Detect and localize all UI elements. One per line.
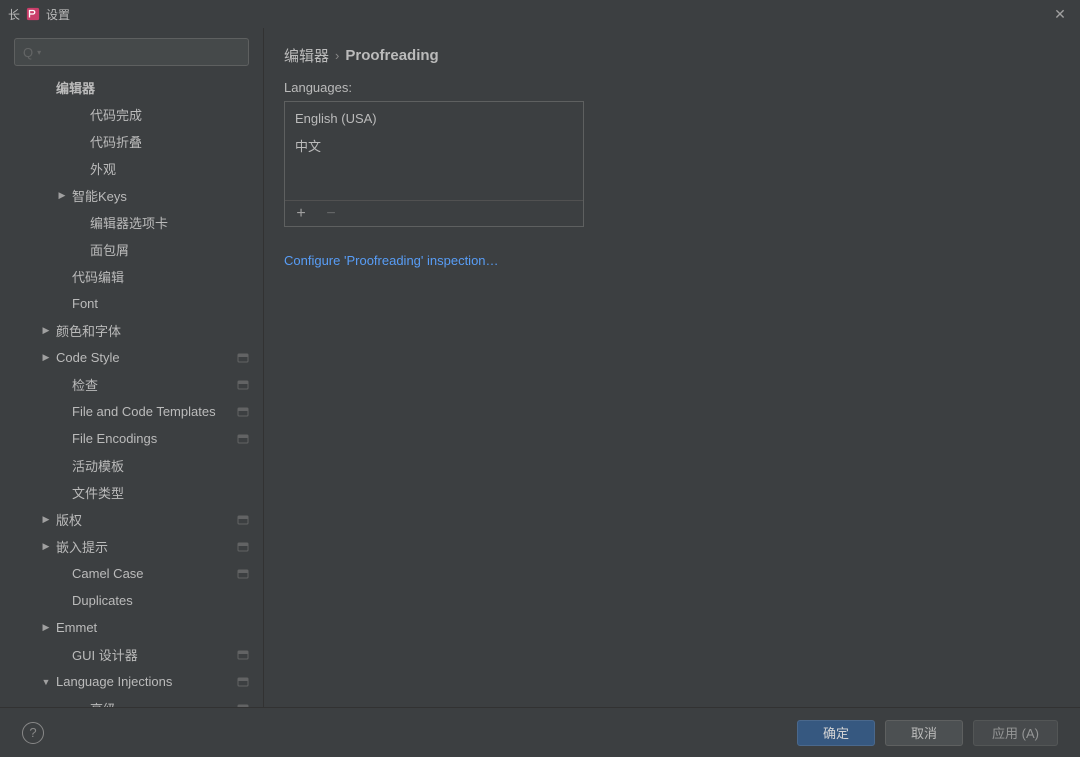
tree-label: Language Injections	[56, 674, 233, 689]
sidebar: Q ▾ ▶ 编辑器 ▶ 代码完成 ▶ 代码折叠 ▶ 外观 ▶ 智能Keys	[0, 28, 263, 707]
tree-label: File Encodings	[72, 431, 233, 446]
tree-item-code-style[interactable]: ▶ Code Style	[0, 344, 263, 371]
caret-right-icon: ▶	[40, 622, 52, 633]
project-scope-icon	[237, 379, 249, 391]
tree-label: 高级	[90, 699, 233, 707]
tree-item-colors-fonts[interactable]: ▶ 颜色和字体	[0, 317, 263, 344]
content-panel: 编辑器 › Proofreading Languages: English (U…	[263, 28, 1080, 707]
chevron-down-icon: ▾	[37, 48, 41, 57]
project-scope-icon	[237, 568, 249, 580]
project-scope-icon	[237, 406, 249, 418]
tree-label: 外观	[90, 159, 249, 178]
project-scope-icon	[237, 352, 249, 364]
tree-item-inlay-hints[interactable]: ▶ 嵌入提示	[0, 533, 263, 560]
titlebar-prefix: 长	[8, 6, 20, 23]
configure-inspection-link[interactable]: Configure 'Proofreading' inspection…	[284, 253, 499, 268]
tree-label: 版权	[56, 510, 233, 529]
cancel-button[interactable]: 取消	[885, 720, 963, 746]
tree-item-editor[interactable]: ▶ 编辑器	[0, 74, 263, 101]
tree-label: Duplicates	[72, 593, 249, 608]
tree-item-copyright[interactable]: ▶ 版权	[0, 506, 263, 533]
project-scope-icon	[237, 703, 249, 708]
tree-label: Font	[72, 296, 249, 311]
tree-item-file-types[interactable]: ▶ 文件类型	[0, 479, 263, 506]
tree-label: 代码编辑	[72, 267, 249, 286]
tree-label: 嵌入提示	[56, 537, 233, 556]
tree-label: Code Style	[56, 350, 233, 365]
tree-item-appearance[interactable]: ▶ 外观	[0, 155, 263, 182]
tree-label: 颜色和字体	[56, 321, 249, 340]
caret-right-icon: ▶	[40, 325, 52, 336]
tree-item-smart-keys[interactable]: ▶ 智能Keys	[0, 182, 263, 209]
tree-item-advanced[interactable]: ▶ 高级	[0, 695, 263, 707]
remove-language-button[interactable]: −	[323, 206, 339, 222]
tree-item-code-editing[interactable]: ▶ 代码编辑	[0, 263, 263, 290]
breadcrumb-current: Proofreading	[345, 47, 438, 64]
tree-item-language-injections[interactable]: ▼ Language Injections	[0, 668, 263, 695]
tree-item-live-templates[interactable]: ▶ 活动模板	[0, 452, 263, 479]
project-scope-icon	[237, 433, 249, 445]
tree-item-duplicates[interactable]: ▶ Duplicates	[0, 587, 263, 614]
tree-label: 代码完成	[90, 105, 249, 124]
tree-item-gui-designer[interactable]: ▶ GUI 设计器	[0, 641, 263, 668]
close-button[interactable]: ✕	[1048, 2, 1072, 26]
breadcrumb-parent[interactable]: 编辑器	[284, 45, 329, 66]
apply-button[interactable]: 应用 (A)	[973, 720, 1058, 746]
project-scope-icon	[237, 514, 249, 526]
settings-tree[interactable]: ▶ 编辑器 ▶ 代码完成 ▶ 代码折叠 ▶ 外观 ▶ 智能Keys ▶ 编辑器选…	[0, 74, 263, 707]
ok-button[interactable]: 确定	[797, 720, 875, 746]
tree-label: 文件类型	[72, 483, 249, 502]
caret-right-icon: ▶	[56, 190, 68, 201]
tree-label: 编辑器选项卡	[90, 213, 249, 232]
app-icon	[26, 7, 40, 21]
footer: ? 确定 取消 应用 (A)	[0, 707, 1080, 757]
titlebar-left: 长 设置	[8, 6, 70, 23]
tree-label: 编辑器	[56, 78, 249, 97]
project-scope-icon	[237, 676, 249, 688]
language-item[interactable]: English (USA)	[285, 106, 583, 131]
languages-box: English (USA) 中文 + −	[284, 101, 584, 227]
help-button[interactable]: ?	[22, 722, 44, 744]
project-scope-icon	[237, 541, 249, 553]
search-input[interactable]: Q ▾	[14, 38, 249, 66]
languages-list[interactable]: English (USA) 中文	[285, 102, 583, 200]
tree-label: 活动模板	[72, 456, 249, 475]
tree-label: Camel Case	[72, 566, 233, 581]
tree-label: 检查	[72, 375, 233, 394]
tree-label: 面包屑	[90, 240, 249, 259]
tree-item-file-encodings[interactable]: ▶ File Encodings	[0, 425, 263, 452]
breadcrumb: 编辑器 › Proofreading	[284, 40, 1060, 70]
tree-item-font[interactable]: ▶ Font	[0, 290, 263, 317]
tree-label: 代码折叠	[90, 132, 249, 151]
add-language-button[interactable]: +	[293, 206, 309, 222]
caret-right-icon: ▶	[40, 541, 52, 552]
search-icon: Q	[23, 45, 33, 60]
tree-item-code-completion[interactable]: ▶ 代码完成	[0, 101, 263, 128]
window-title: 设置	[46, 6, 70, 23]
tree-item-breadcrumbs[interactable]: ▶ 面包屑	[0, 236, 263, 263]
tree-item-emmet[interactable]: ▶ Emmet	[0, 614, 263, 641]
tree-label: GUI 设计器	[72, 645, 233, 664]
caret-right-icon: ▶	[40, 514, 52, 525]
tree-label: 智能Keys	[72, 186, 249, 205]
main-container: Q ▾ ▶ 编辑器 ▶ 代码完成 ▶ 代码折叠 ▶ 外观 ▶ 智能Keys	[0, 28, 1080, 707]
language-item[interactable]: 中文	[285, 131, 583, 160]
breadcrumb-separator: ›	[335, 48, 339, 63]
help-icon: ?	[29, 725, 36, 740]
project-scope-icon	[237, 649, 249, 661]
tree-item-inspections[interactable]: ▶ 检查	[0, 371, 263, 398]
languages-toolbar: + −	[285, 200, 583, 226]
close-icon: ✕	[1054, 6, 1066, 23]
tree-item-file-code-templates[interactable]: ▶ File and Code Templates	[0, 398, 263, 425]
caret-down-icon: ▼	[40, 677, 52, 687]
titlebar: 长 设置 ✕	[0, 0, 1080, 28]
languages-label: Languages:	[284, 80, 1060, 95]
tree-item-camel-case[interactable]: ▶ Camel Case	[0, 560, 263, 587]
tree-item-code-folding[interactable]: ▶ 代码折叠	[0, 128, 263, 155]
tree-label: File and Code Templates	[72, 404, 233, 419]
tree-label: Emmet	[56, 620, 249, 635]
tree-item-editor-tabs[interactable]: ▶ 编辑器选项卡	[0, 209, 263, 236]
caret-right-icon: ▶	[40, 352, 52, 363]
